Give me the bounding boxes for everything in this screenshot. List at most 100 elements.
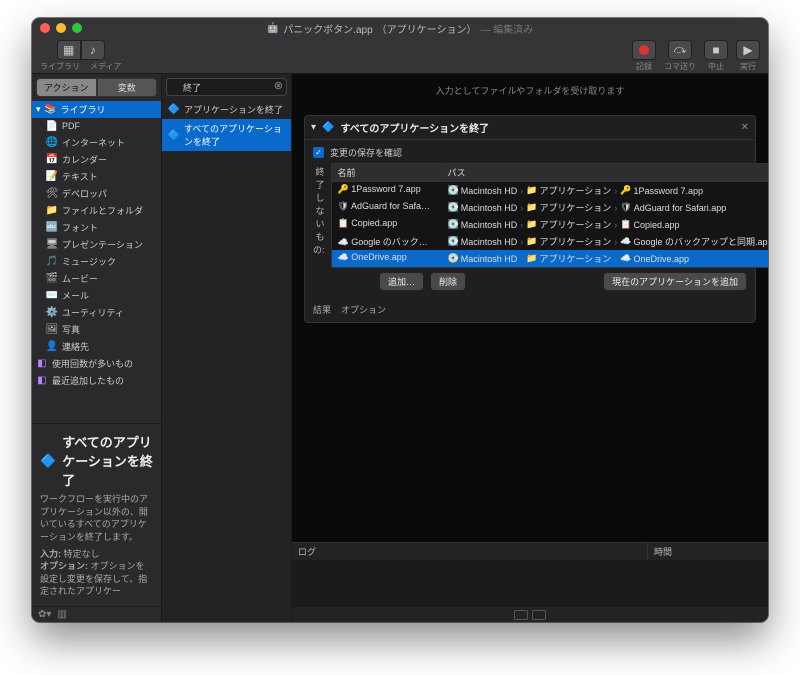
smart-folder-item[interactable]: ◧使用回数が多いもの: [32, 355, 161, 372]
media-label: メディア: [90, 61, 121, 72]
app-name-cell: OneDrive.app: [351, 252, 407, 262]
app-name-cell: AdGuard for Safa…: [351, 201, 430, 211]
hd-icon: 💽: [448, 253, 459, 264]
library-item-label: メール: [62, 289, 89, 302]
app-icon: 📋: [620, 219, 631, 230]
path-cell: 💽Macintosh HD›📁アプリケーション›☁️Google のバックアップ…: [442, 234, 769, 249]
view-mode-icon[interactable]: [514, 610, 528, 620]
folder-icon: 📁: [526, 253, 537, 264]
sidebar-statusbar: ✿▾ ▥: [32, 606, 161, 622]
library-item[interactable]: 🎵ミュージック: [32, 253, 161, 270]
library-item[interactable]: 🖼写真: [32, 321, 161, 338]
add-button[interactable]: 追加…: [379, 272, 424, 291]
category-icon: 📝: [46, 171, 58, 183]
category-icon: 🌐: [46, 137, 58, 149]
library-item[interactable]: 🛠デベロッパ: [32, 185, 161, 202]
library-item[interactable]: 📁ファイルとフォルダ: [32, 202, 161, 219]
results-link[interactable]: 結果: [313, 303, 331, 316]
log-header: ログ 時間: [292, 542, 768, 560]
media-toggle-button[interactable]: ♪: [81, 40, 105, 60]
path-cell: 💽Macintosh HD›📁アプリケーション›☁️OneDrive.app: [442, 251, 769, 266]
hd-icon: 💽: [448, 236, 459, 247]
library-item[interactable]: 📝 テキスト: [32, 168, 161, 185]
library-item[interactable]: 📄 PDF: [32, 118, 161, 134]
zoom-button[interactable]: [72, 23, 82, 33]
tab-variables[interactable]: 変数: [97, 78, 158, 97]
path-cell: 💽Macintosh HD›📁アプリケーション›🛡AdGuard for Saf…: [442, 200, 769, 215]
tab-actions[interactable]: アクション: [36, 78, 97, 97]
disclosure-triangle-icon[interactable]: ▾: [311, 122, 316, 133]
log-body[interactable]: [292, 560, 768, 606]
col-path-header[interactable]: パス: [442, 164, 769, 181]
search-input[interactable]: [166, 78, 287, 96]
library-item[interactable]: 👤連絡先: [32, 338, 161, 355]
record-button[interactable]: [632, 40, 656, 60]
search-results-list[interactable]: 🔷アプリケーションを終了🔷すべてのアプリケーションを終了: [162, 100, 291, 622]
action-header[interactable]: ▾ 🔷 すべてのアプリケーションを終了 ✕: [305, 116, 755, 140]
run-button[interactable]: ▶: [736, 40, 760, 60]
library-header-label: ライブラリ: [61, 103, 106, 116]
results-column: 🔷アプリケーションを終了🔷すべてのアプリケーションを終了: [162, 74, 292, 622]
library-item[interactable]: ✉️メール: [32, 287, 161, 304]
options-link[interactable]: オプション: [341, 303, 386, 316]
stop-button[interactable]: ■: [704, 40, 728, 60]
table-row[interactable]: 📋 Copied.app💽Macintosh HD›📁アプリケーション›📋Cop…: [332, 216, 769, 233]
path-cell: 💽Macintosh HD›📁アプリケーション›🔑1Password 7.app: [442, 183, 769, 198]
titlebar: 🤖 パニックボタン.app （アプリケーション） — 編集済み: [32, 18, 768, 38]
record-label: 記録: [636, 61, 652, 72]
step-label: コマ送り: [664, 61, 696, 72]
smart-folder-item[interactable]: ◧最近追加したもの: [32, 372, 161, 389]
toolbar-left-group: ▦ ♪ ライブラリ メディア: [40, 40, 121, 72]
step-button[interactable]: ⤼: [668, 40, 692, 60]
category-icon: 🛠: [46, 188, 58, 200]
confirm-save-checkbox[interactable]: ✓: [313, 147, 324, 158]
library-toggle-button[interactable]: ▦: [57, 40, 81, 60]
log-col-message[interactable]: ログ: [292, 543, 648, 560]
library-item[interactable]: 🎬ムービー: [32, 270, 161, 287]
library-item-label: プレゼンテーション: [62, 238, 143, 251]
library-list[interactable]: ▾ 📚 ライブラリ 📄 PDF 🌐インターネット📅カレンダー 📝 テキスト 🛠デベロッパ📁…: [32, 101, 161, 423]
delete-button[interactable]: 削除: [430, 272, 466, 291]
app-name-cell: Google のバックア…: [351, 237, 437, 247]
desc-input-label: 入力:: [40, 549, 61, 559]
table-row[interactable]: ☁️ Google のバックア…💽Macintosh HD›📁アプリケーション›…: [332, 233, 769, 250]
gear-icon[interactable]: ✿▾: [38, 609, 51, 620]
add-current-button[interactable]: 現在のアプリケーションを追加: [603, 272, 747, 291]
library-item[interactable]: 📅カレンダー: [32, 151, 161, 168]
search-result-row[interactable]: 🔷アプリケーションを終了: [162, 100, 291, 119]
table-row[interactable]: 🛡 AdGuard for Safa… 💽Macintosh HD›📁アプリケーシ…: [332, 199, 769, 216]
stop-label: 中止: [708, 61, 724, 72]
close-button[interactable]: [40, 23, 50, 33]
library-item-label: PDF: [62, 121, 80, 131]
library-header-row[interactable]: ▾ 📚 ライブラリ: [32, 101, 161, 118]
disclosure-triangle-icon: ▾: [36, 104, 41, 115]
library-item-label: ファイルとフォルダ: [62, 204, 143, 217]
library-item-label: テキスト: [62, 170, 98, 183]
columns-icon[interactable]: ▥: [57, 609, 66, 620]
library-item[interactable]: 🖥 プレゼンテーション: [32, 236, 161, 253]
finder-icon: 🔷: [168, 104, 180, 116]
category-icon: ⚙️: [46, 307, 58, 319]
col-name-header[interactable]: 名前: [332, 164, 442, 181]
log-col-time[interactable]: 時間: [648, 543, 768, 560]
category-icon: 📄: [46, 120, 58, 132]
library-item[interactable]: 🔤フォント: [32, 219, 161, 236]
search-result-row[interactable]: 🔷すべてのアプリケーションを終了: [162, 119, 291, 151]
action-body: ✓ 変更の保存を確認 終了しないもの: 名前 パス 🔑 1Password 7.…: [305, 140, 755, 297]
desc-title-text: すべてのアプリケーションを終了: [62, 432, 153, 489]
exclude-table[interactable]: 名前 パス 🔑 1Password 7.app💽Macintosh HD›📁アプ…: [331, 163, 769, 268]
workflow-canvas[interactable]: 入力としてファイルやフォルダを受け取ります ▾ 🔷 すべてのアプリケーションを終…: [292, 74, 768, 622]
table-row[interactable]: 🔑 1Password 7.app💽Macintosh HD›📁アプリケーション…: [332, 182, 769, 199]
toolbar: ▦ ♪ ライブラリ メディア 記録 ⤼コマ送り ■中止 ▶実行: [32, 38, 768, 74]
app-name-cell: 1Password 7.app: [351, 184, 421, 194]
minimize-button[interactable]: [56, 23, 66, 33]
folder-icon: 📚: [45, 104, 57, 116]
table-row[interactable]: ☁️ OneDrive.app💽Macintosh HD›📁アプリケーション›☁…: [332, 250, 769, 267]
view-mode-icon[interactable]: [532, 610, 546, 620]
app-icon: 🛡: [338, 201, 349, 211]
close-icon[interactable]: ✕: [741, 122, 749, 133]
library-item[interactable]: ⚙️ユーティリティ: [32, 304, 161, 321]
library-item[interactable]: 🌐インターネット: [32, 134, 161, 151]
category-icon: 🖥: [46, 239, 58, 251]
doc-status: — 編集済み: [480, 21, 533, 36]
